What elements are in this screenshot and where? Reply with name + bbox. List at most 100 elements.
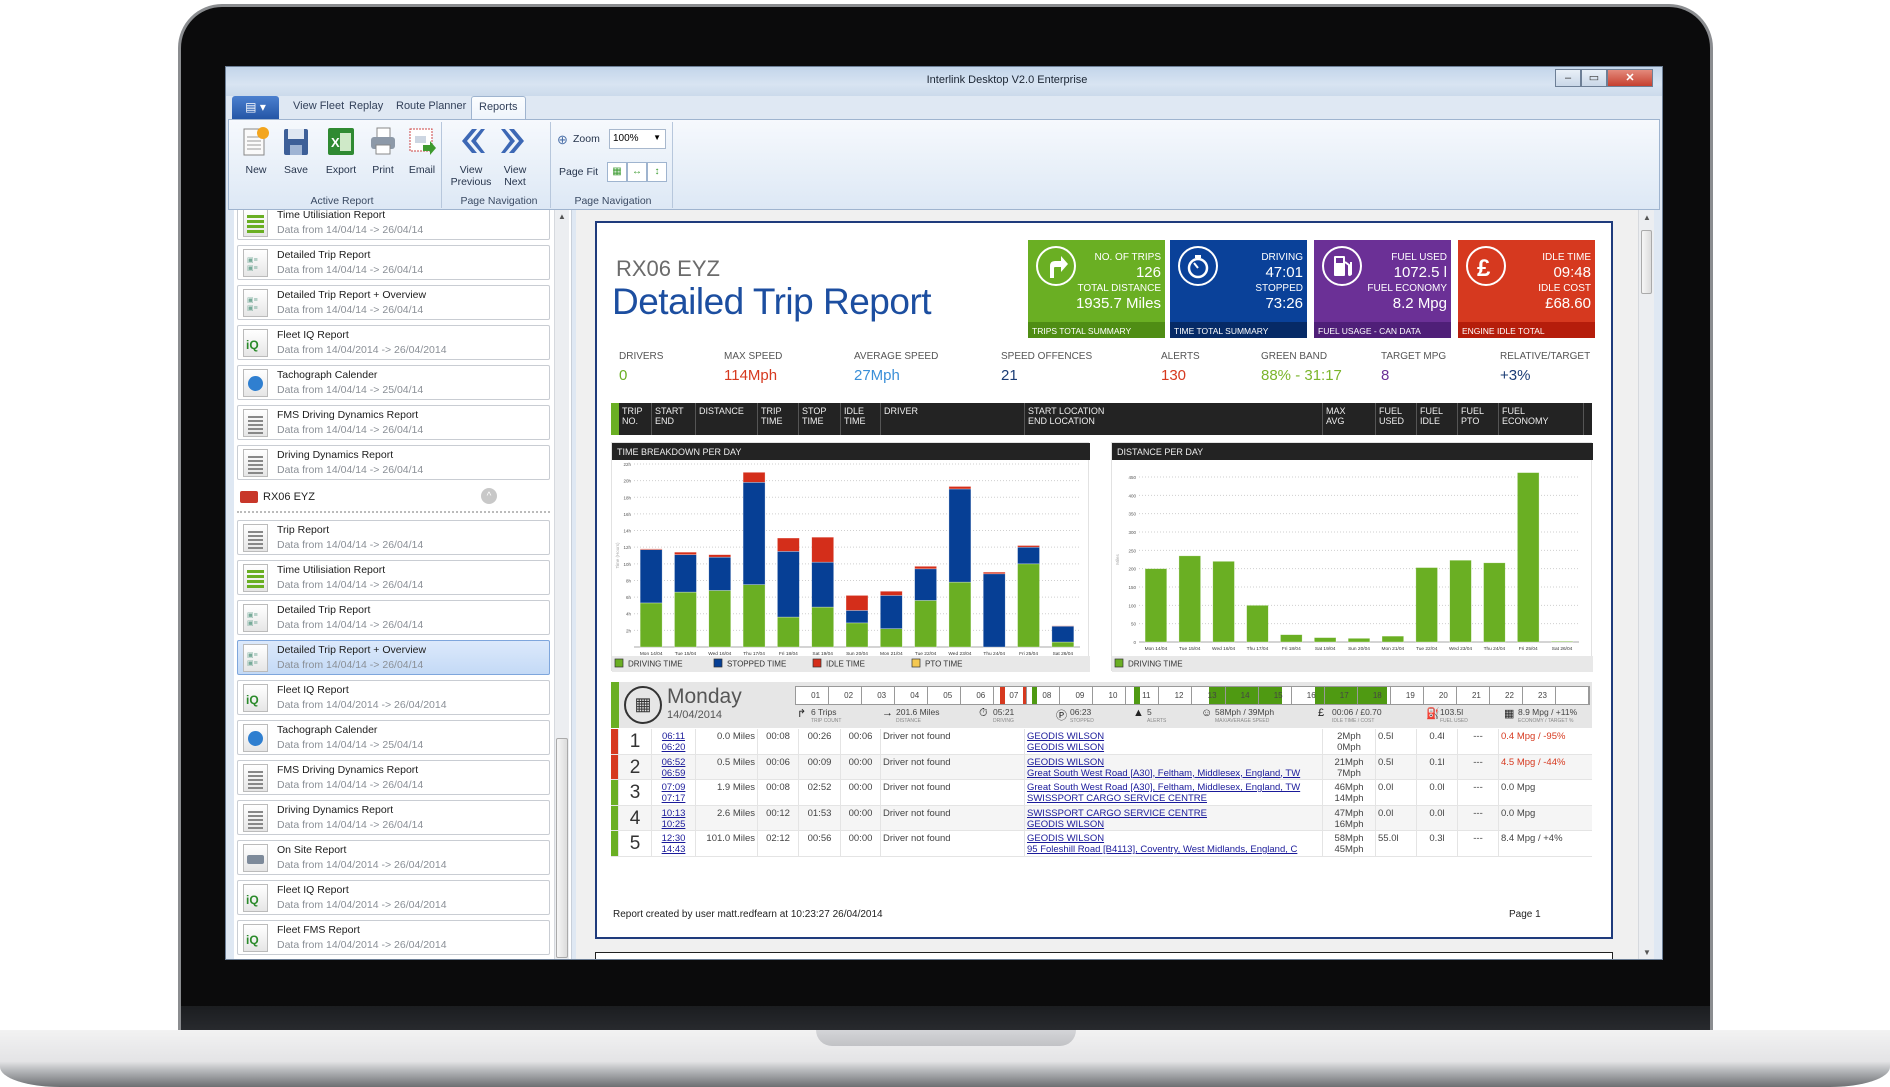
sidebar-report-item[interactable]: Tachograph Calender Data from 14/04/14 ->… — [237, 365, 550, 400]
driver: Driver not found — [881, 754, 1025, 779]
bar-idle-time — [948, 486, 972, 490]
column-header[interactable]: TRIP NO. — [619, 403, 652, 435]
sidebar-report-item[interactable]: iQ Fleet IQ Report Data from 14/04/2014 ->… — [237, 325, 550, 360]
calendar-icon: ▦ — [624, 686, 662, 724]
sidebar-report-item[interactable]: ▣≡ ▣≡ Detailed Trip Report + Overview Data … — [237, 640, 550, 675]
day-name: Monday — [667, 685, 742, 708]
maximize-button[interactable]: ▭ — [1581, 69, 1607, 87]
fit-width-button[interactable]: ↔ — [627, 162, 647, 182]
trip-start-time-link[interactable]: 12:30 — [654, 833, 693, 844]
tab-replay[interactable]: Replay — [349, 100, 383, 112]
trip-start-time-link[interactable]: 10:13 — [654, 808, 693, 819]
table-row[interactable]: 5 12:30 14:43 101.0 Miles 02:12 00:56 00:00 Dri… — [611, 831, 1592, 857]
start-location-link[interactable]: GEODIS WILSON — [1027, 833, 1320, 844]
end-location-link[interactable]: 95 Foleshill Road [B4113], Coventry, Wes… — [1027, 844, 1320, 855]
save-button[interactable]: Save — [274, 125, 318, 176]
trip-start-time-link[interactable]: 06:52 — [654, 757, 693, 768]
sidebar-scroll-thumb[interactable] — [556, 738, 568, 958]
column-header[interactable]: STOP TIME — [799, 403, 841, 435]
email-button[interactable]: Email — [400, 125, 444, 176]
save-label: Save — [284, 164, 308, 176]
column-header[interactable]: DRIVER — [881, 403, 1025, 435]
trip-end-time-link[interactable]: 06:59 — [654, 768, 693, 779]
column-header[interactable]: START END — [652, 403, 696, 435]
trip-end-time-link[interactable]: 06:20 — [654, 742, 693, 753]
sidebar-report-item[interactable]: Time Utilisiation Report Data from 14/04/… — [237, 210, 550, 240]
start-location-link[interactable]: Great South West Road [A30], Feltham, Mi… — [1027, 782, 1320, 793]
trip-end-time-link[interactable]: 10:25 — [654, 819, 693, 830]
print-button[interactable]: Print — [361, 125, 405, 176]
sidebar-report-item[interactable]: ▣≡ ▣≡ Detailed Trip Report Data from 14/04/… — [237, 600, 550, 635]
table-row[interactable]: 1 06:11 06:20 0.0 Miles 00:08 00:26 00:06 Drive… — [611, 729, 1592, 755]
column-header[interactable]: FUEL PTO — [1458, 403, 1499, 435]
report-item-date-range: Data from 14/04/2014 -> 26/04/2014 — [277, 859, 447, 871]
column-header[interactable]: FUEL IDLE — [1417, 403, 1458, 435]
report-item-date-range: Data from 14/04/14 -> 25/04/14 — [277, 739, 424, 751]
start-location-link[interactable]: GEODIS WILSON — [1027, 757, 1320, 768]
sidebar-report-item[interactable]: Driving Dynamics Report Data from 14/04/1… — [237, 800, 550, 835]
svg-text:£: £ — [1477, 255, 1491, 282]
column-header[interactable]: DISTANCE — [696, 403, 758, 435]
end-location-link[interactable]: GEODIS WILSON — [1027, 742, 1320, 753]
column-header[interactable]: IDLE TIME — [841, 403, 881, 435]
sidebar-report-item[interactable]: iQ Fleet FMS Report Data from 14/04/2014 -… — [237, 920, 550, 955]
sidebar-report-item[interactable]: ▣≡ ▣≡ Detailed Trip Report Data from 14/04/… — [237, 245, 550, 280]
sidebar-report-item[interactable]: iQ Fleet IQ Report Data from 14/04/2014 ->… — [237, 880, 550, 915]
column-header[interactable]: START LOCATION END LOCATION — [1025, 403, 1323, 435]
trip-end-time-link[interactable]: 07:17 — [654, 793, 693, 804]
sidebar-report-item[interactable]: On Site Report Data from 14/04/2014 -> 26… — [237, 840, 550, 875]
zoom-icon: ⊕ — [557, 132, 568, 147]
sidebar-report-item[interactable]: FMS Driving Dynamics Report Data from 14/… — [237, 760, 550, 795]
export-button[interactable]: X Export — [319, 125, 363, 176]
sidebar-report-item[interactable]: iQ Fleet IQ Report Data from 14/04/2014 ->… — [237, 680, 550, 715]
trip-start-time-link[interactable]: 06:11 — [654, 731, 693, 742]
bar-driving-time — [1415, 567, 1438, 643]
trip-start-time-link[interactable]: 07:09 — [654, 782, 693, 793]
sidebar-scrollbar[interactable]: ▲ — [554, 210, 569, 959]
tab-view-fleet[interactable]: View Fleet — [293, 100, 344, 112]
trip-times: 06:52 06:59 — [652, 754, 696, 779]
end-location-link[interactable]: GEODIS WILSON — [1027, 819, 1320, 830]
sidebar-report-item[interactable]: Tachograph Calender Data from 14/04/14 ->… — [237, 720, 550, 755]
column-header[interactable]: FUEL USED — [1376, 403, 1417, 435]
start-location-link[interactable]: GEODIS WILSON — [1027, 731, 1320, 742]
column-header[interactable]: MAX AVG — [1323, 403, 1376, 435]
tile-label: STOPPED — [1255, 283, 1303, 294]
end-location-link[interactable]: Great South West Road [A30], Feltham, Mi… — [1027, 768, 1320, 779]
column-header[interactable]: FUEL ECONOMY — [1499, 403, 1584, 435]
table-row[interactable]: 2 06:52 06:59 0.5 Miles 00:06 00:09 00:00 Drive… — [611, 754, 1592, 780]
view-next-button[interactable]: View Next — [491, 125, 539, 188]
sidebar-group-header[interactable]: RX06 EYZ ^ — [237, 485, 550, 513]
x-tick-label: Tue 15/04 — [1179, 646, 1201, 652]
table-row[interactable]: 4 10:13 10:25 2.6 Miles 00:12 01:53 00:00 Drive… — [611, 805, 1592, 831]
trip-end-time-link[interactable]: 14:43 — [654, 844, 693, 855]
report-scroll-thumb[interactable] — [1641, 230, 1652, 294]
report-scrollbar[interactable]: ▲ ▼ — [1638, 210, 1654, 959]
fit-height-button[interactable]: ↕ — [647, 162, 667, 182]
view-next-label-2: Next — [504, 176, 526, 188]
collapse-chevron-icon[interactable]: ^ — [481, 488, 497, 504]
sidebar-report-item[interactable]: FMS Driving Dynamics Report Data from 14/… — [237, 405, 550, 440]
sidebar-report-item[interactable]: Driving Dynamics Report Data from 14/04/1… — [237, 445, 550, 480]
column-header[interactable]: TRIP TIME — [758, 403, 799, 435]
tab-route-planner[interactable]: Route Planner — [396, 100, 466, 112]
start-location-link[interactable]: SWISSPORT CARGO SERVICE CENTRE — [1027, 808, 1320, 819]
table-row[interactable]: 3 07:09 07:17 1.9 Miles 00:08 02:52 00:00 Drive… — [611, 780, 1592, 806]
day-timeline[interactable]: 01 02 03 04 05 06 07 08 09 10 11 12 13 14 15 16 17 18 19 20… — [795, 686, 1590, 705]
fit-page-button[interactable]: ▦ — [607, 162, 627, 182]
scroll-down-icon[interactable]: ▼ — [1643, 948, 1651, 957]
zoom-dropdown[interactable]: 100% ▼ — [609, 129, 666, 149]
view-previous-button[interactable]: View Previous — [447, 125, 495, 188]
scroll-up-icon[interactable]: ▲ — [1643, 213, 1651, 222]
day-stat-value: 05:21 — [993, 707, 1015, 717]
new-button[interactable]: New — [234, 125, 278, 176]
tab-reports[interactable]: Reports — [471, 96, 526, 120]
sidebar-report-item[interactable]: Trip Report Data from 14/04/14 -> 26/04/1… — [237, 520, 550, 555]
application-menu-button[interactable]: ▤ ▾ — [232, 96, 279, 119]
sidebar-report-item[interactable]: ▣≡ ▣≡ Detailed Trip Report + Overview Data … — [237, 285, 550, 320]
close-button[interactable]: ✕ — [1607, 69, 1653, 87]
sidebar-report-item[interactable]: Time Utilisiation Report Data from 14/04/… — [237, 560, 550, 595]
scroll-up-icon[interactable]: ▲ — [558, 212, 566, 221]
minimize-button[interactable]: – — [1555, 69, 1581, 87]
end-location-link[interactable]: SWISSPORT CARGO SERVICE CENTRE — [1027, 793, 1320, 804]
